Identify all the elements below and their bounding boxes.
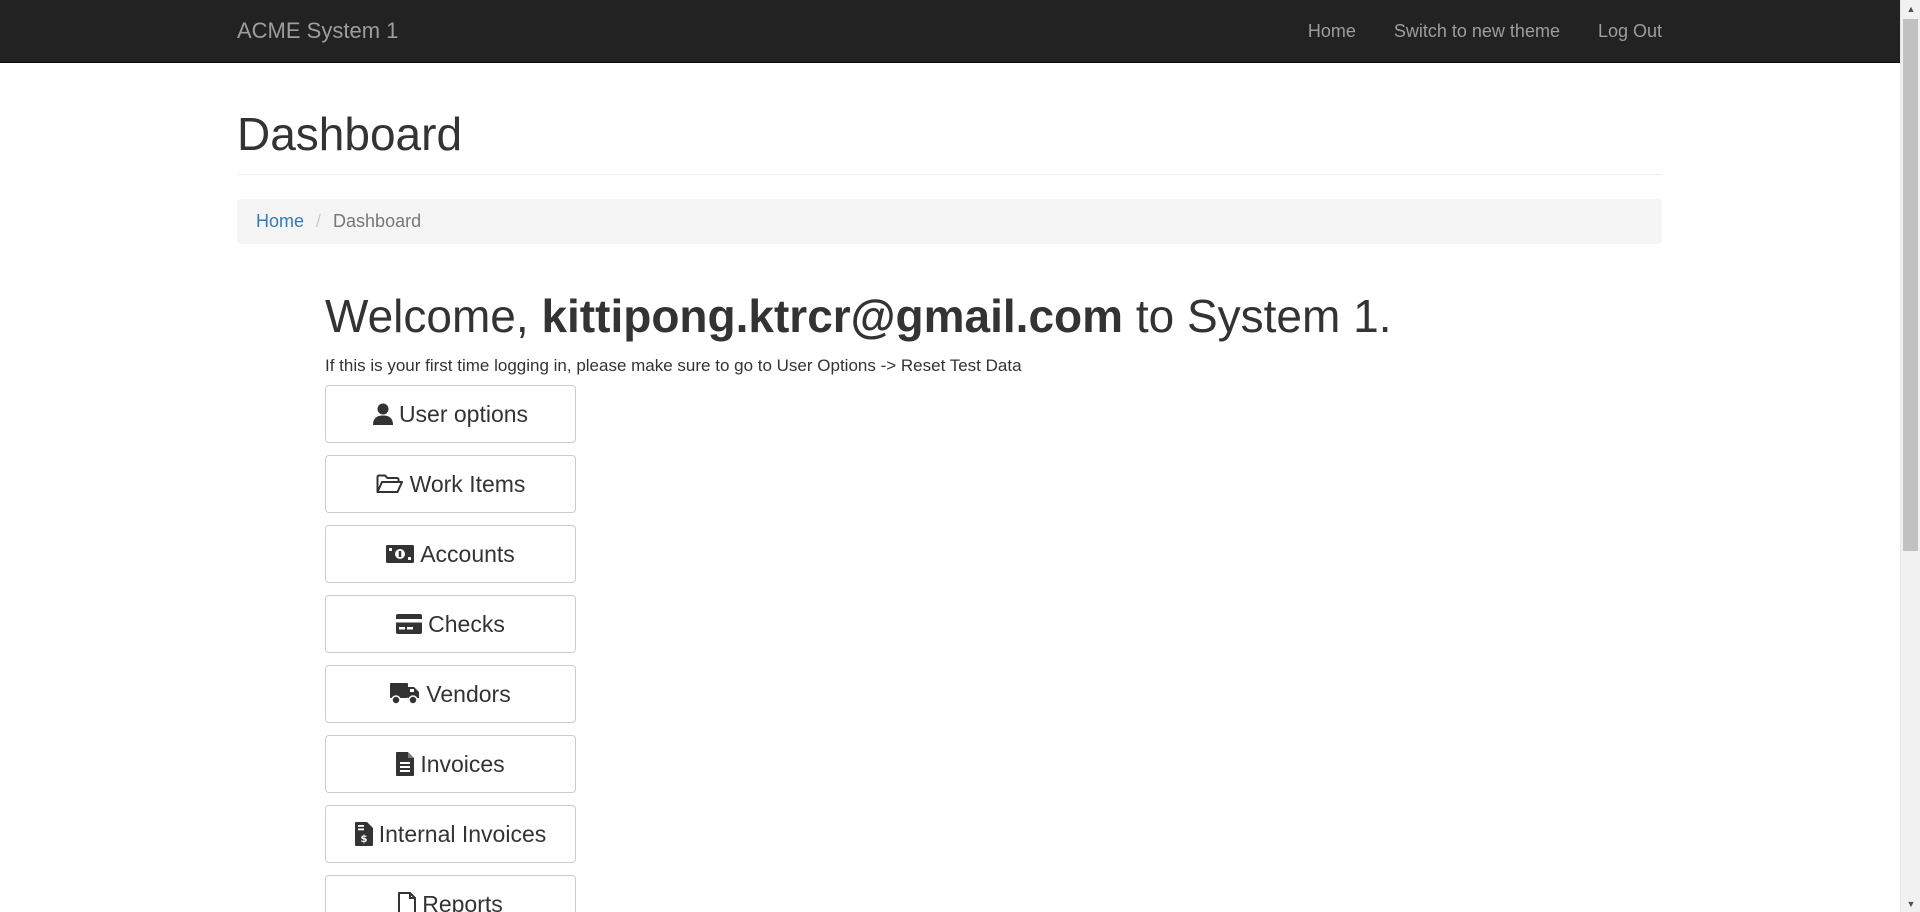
- money-bill-icon: [386, 545, 415, 563]
- welcome-user-email: kittipong.ktrcr@gmail.com: [541, 290, 1124, 342]
- file-icon: [398, 892, 417, 912]
- first-login-hint: If this is your first time logging in, p…: [325, 356, 1022, 375]
- checks-label: Checks: [428, 610, 505, 637]
- breadcrumb-current: Dashboard: [333, 211, 422, 231]
- nav-logout-link[interactable]: Log Out: [1598, 20, 1662, 42]
- file-text-icon: [396, 752, 415, 776]
- accounts-label: Accounts: [420, 540, 515, 567]
- user-options-button[interactable]: User options: [325, 385, 576, 443]
- page-title: Dashboard: [237, 108, 463, 160]
- credit-card-icon: [396, 614, 423, 634]
- navbar-links: Home Switch to new theme Log Out: [1270, 0, 1662, 62]
- vertical-scrollbar[interactable]: ▲ ▼: [1900, 0, 1920, 912]
- top-navbar: ACME System 1 Home Switch to new theme L…: [0, 0, 1900, 63]
- accounts-button[interactable]: Accounts: [325, 525, 576, 583]
- vendors-button[interactable]: Vendors: [325, 665, 576, 723]
- folder-open-icon: [376, 474, 404, 494]
- breadcrumb-home-link[interactable]: Home: [256, 211, 304, 232]
- invoices-label: Invoices: [420, 750, 505, 777]
- nav-home-link[interactable]: Home: [1308, 20, 1356, 42]
- main-container: Dashboard Home / Dashboard Welcome, kitt…: [237, 62, 1662, 912]
- user-options-label: User options: [398, 400, 529, 427]
- work-items-label: Work Items: [409, 470, 526, 497]
- vendors-label: Vendors: [426, 680, 511, 707]
- scrollbar-thumb[interactable]: [1903, 19, 1918, 551]
- page-header: Dashboard: [237, 108, 1662, 175]
- file-invoice-dollar-icon: $: [354, 822, 373, 846]
- nav-switch-theme-link[interactable]: Switch to new theme: [1394, 20, 1560, 42]
- invoices-button[interactable]: Invoices: [325, 735, 576, 793]
- breadcrumb-separator: /: [316, 211, 322, 231]
- user-icon: [372, 403, 393, 425]
- reports-button[interactable]: Reports: [325, 875, 576, 912]
- truck-icon: [390, 683, 420, 705]
- checks-button[interactable]: Checks: [325, 595, 576, 653]
- welcome-suffix: to System 1.: [1123, 290, 1392, 342]
- scroll-down-arrow-icon[interactable]: ▼: [1901, 895, 1920, 912]
- work-items-button[interactable]: Work Items: [325, 455, 576, 513]
- reports-label: Reports: [422, 890, 503, 912]
- scroll-up-arrow-icon[interactable]: ▲: [1901, 0, 1920, 17]
- internal-invoices-label: Internal Invoices: [378, 820, 547, 847]
- dashboard-menu: User options Work Items Accounts Checks …: [325, 385, 576, 912]
- welcome-prefix: Welcome,: [325, 290, 542, 342]
- page: ACME System 1 Home Switch to new theme L…: [0, 0, 1920, 912]
- welcome-block: Welcome, kittipong.ktrcr@gmail.com to Sy…: [325, 290, 1625, 912]
- brand-link[interactable]: ACME System 1: [237, 18, 398, 44]
- internal-invoices-button[interactable]: $ Internal Invoices: [325, 805, 576, 863]
- svg-text:$: $: [360, 834, 367, 845]
- breadcrumb: Home / Dashboard: [237, 199, 1662, 244]
- welcome-heading: Welcome, kittipong.ktrcr@gmail.com to Sy…: [325, 290, 1625, 342]
